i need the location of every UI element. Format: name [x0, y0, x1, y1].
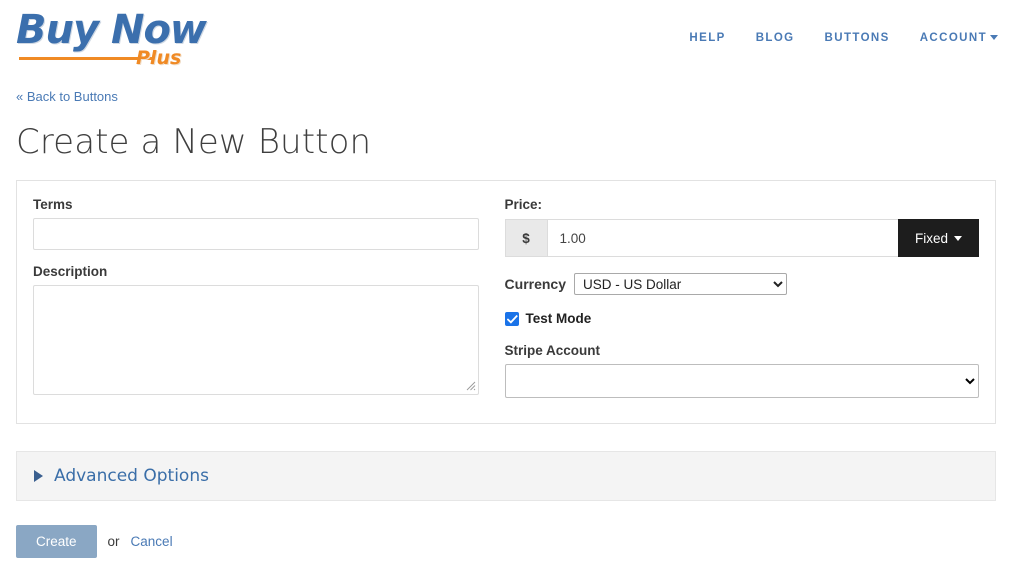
page-title: Create a New Button [16, 122, 372, 162]
advanced-options-toggle[interactable]: Advanced Options [16, 451, 996, 501]
form-column-right: Price: $ Fixed Currency USD - US Dollar [504, 197, 979, 403]
form-actions: Create or Cancel [16, 525, 1008, 558]
terms-input[interactable] [33, 218, 479, 250]
create-button[interactable]: Create [16, 525, 97, 558]
logo-underline [19, 57, 152, 60]
nav-item-buttons[interactable]: BUTTONS [825, 32, 890, 44]
site-logo[interactable]: Buy Now Plus [16, 10, 216, 72]
caret-down-icon [954, 235, 962, 241]
description-textarea[interactable] [33, 285, 479, 395]
currency-field-group: Currency USD - US Dollar [505, 273, 979, 295]
description-label: Description [33, 264, 108, 279]
back-to-buttons-link[interactable]: « Back to Buttons [16, 89, 118, 104]
site-header: Buy Now Plus HELP BLOG BUTTONS ACCOUNT [0, 0, 1024, 88]
page-content: « Back to Buttons Create a New Button Te… [0, 88, 1024, 558]
chevron-down-icon [990, 35, 998, 41]
or-label: or [107, 534, 120, 549]
nav-item-help[interactable]: HELP [689, 32, 725, 44]
price-label: Price: [504, 197, 543, 212]
create-button-form-card: Terms Description Price: $ Fixe [16, 180, 996, 424]
stripe-account-select[interactable] [504, 364, 979, 398]
logo-sub-row: Plus [16, 48, 216, 70]
test-mode-checkbox[interactable] [504, 311, 519, 326]
currency-symbol-addon: $ [504, 219, 547, 257]
advanced-options-label: Advanced Options [54, 466, 209, 486]
terms-field-group: Terms [33, 197, 479, 250]
main-navigation: HELP BLOG BUTTONS ACCOUNT [689, 32, 998, 44]
currency-select[interactable]: USD - US Dollar [574, 273, 787, 295]
price-type-dropdown-button[interactable]: Fixed [897, 219, 979, 257]
description-field-group: Description [33, 264, 479, 395]
terms-label: Terms [33, 197, 73, 212]
nav-item-blog[interactable]: BLOG [756, 32, 795, 44]
stripe-account-label: Stripe Account [504, 343, 601, 358]
nav-item-account[interactable]: ACCOUNT [920, 32, 998, 44]
price-input-group: $ Fixed [504, 219, 979, 257]
test-mode-field-group: Test Mode [504, 311, 979, 326]
logo-text-plus: Plus [136, 47, 182, 69]
description-textarea-wrap [33, 285, 479, 395]
caret-right-icon [34, 470, 43, 482]
nav-item-account-label: ACCOUNT [919, 32, 987, 44]
test-mode-label: Test Mode [525, 311, 592, 326]
form-column-left: Terms Description [33, 197, 505, 403]
price-input[interactable] [546, 219, 898, 257]
logo-text-main: Buy Now [16, 7, 207, 53]
currency-label: Currency [504, 276, 566, 292]
check-icon [506, 314, 518, 324]
price-type-label: Fixed [914, 230, 948, 246]
cancel-link[interactable]: Cancel [131, 534, 173, 549]
